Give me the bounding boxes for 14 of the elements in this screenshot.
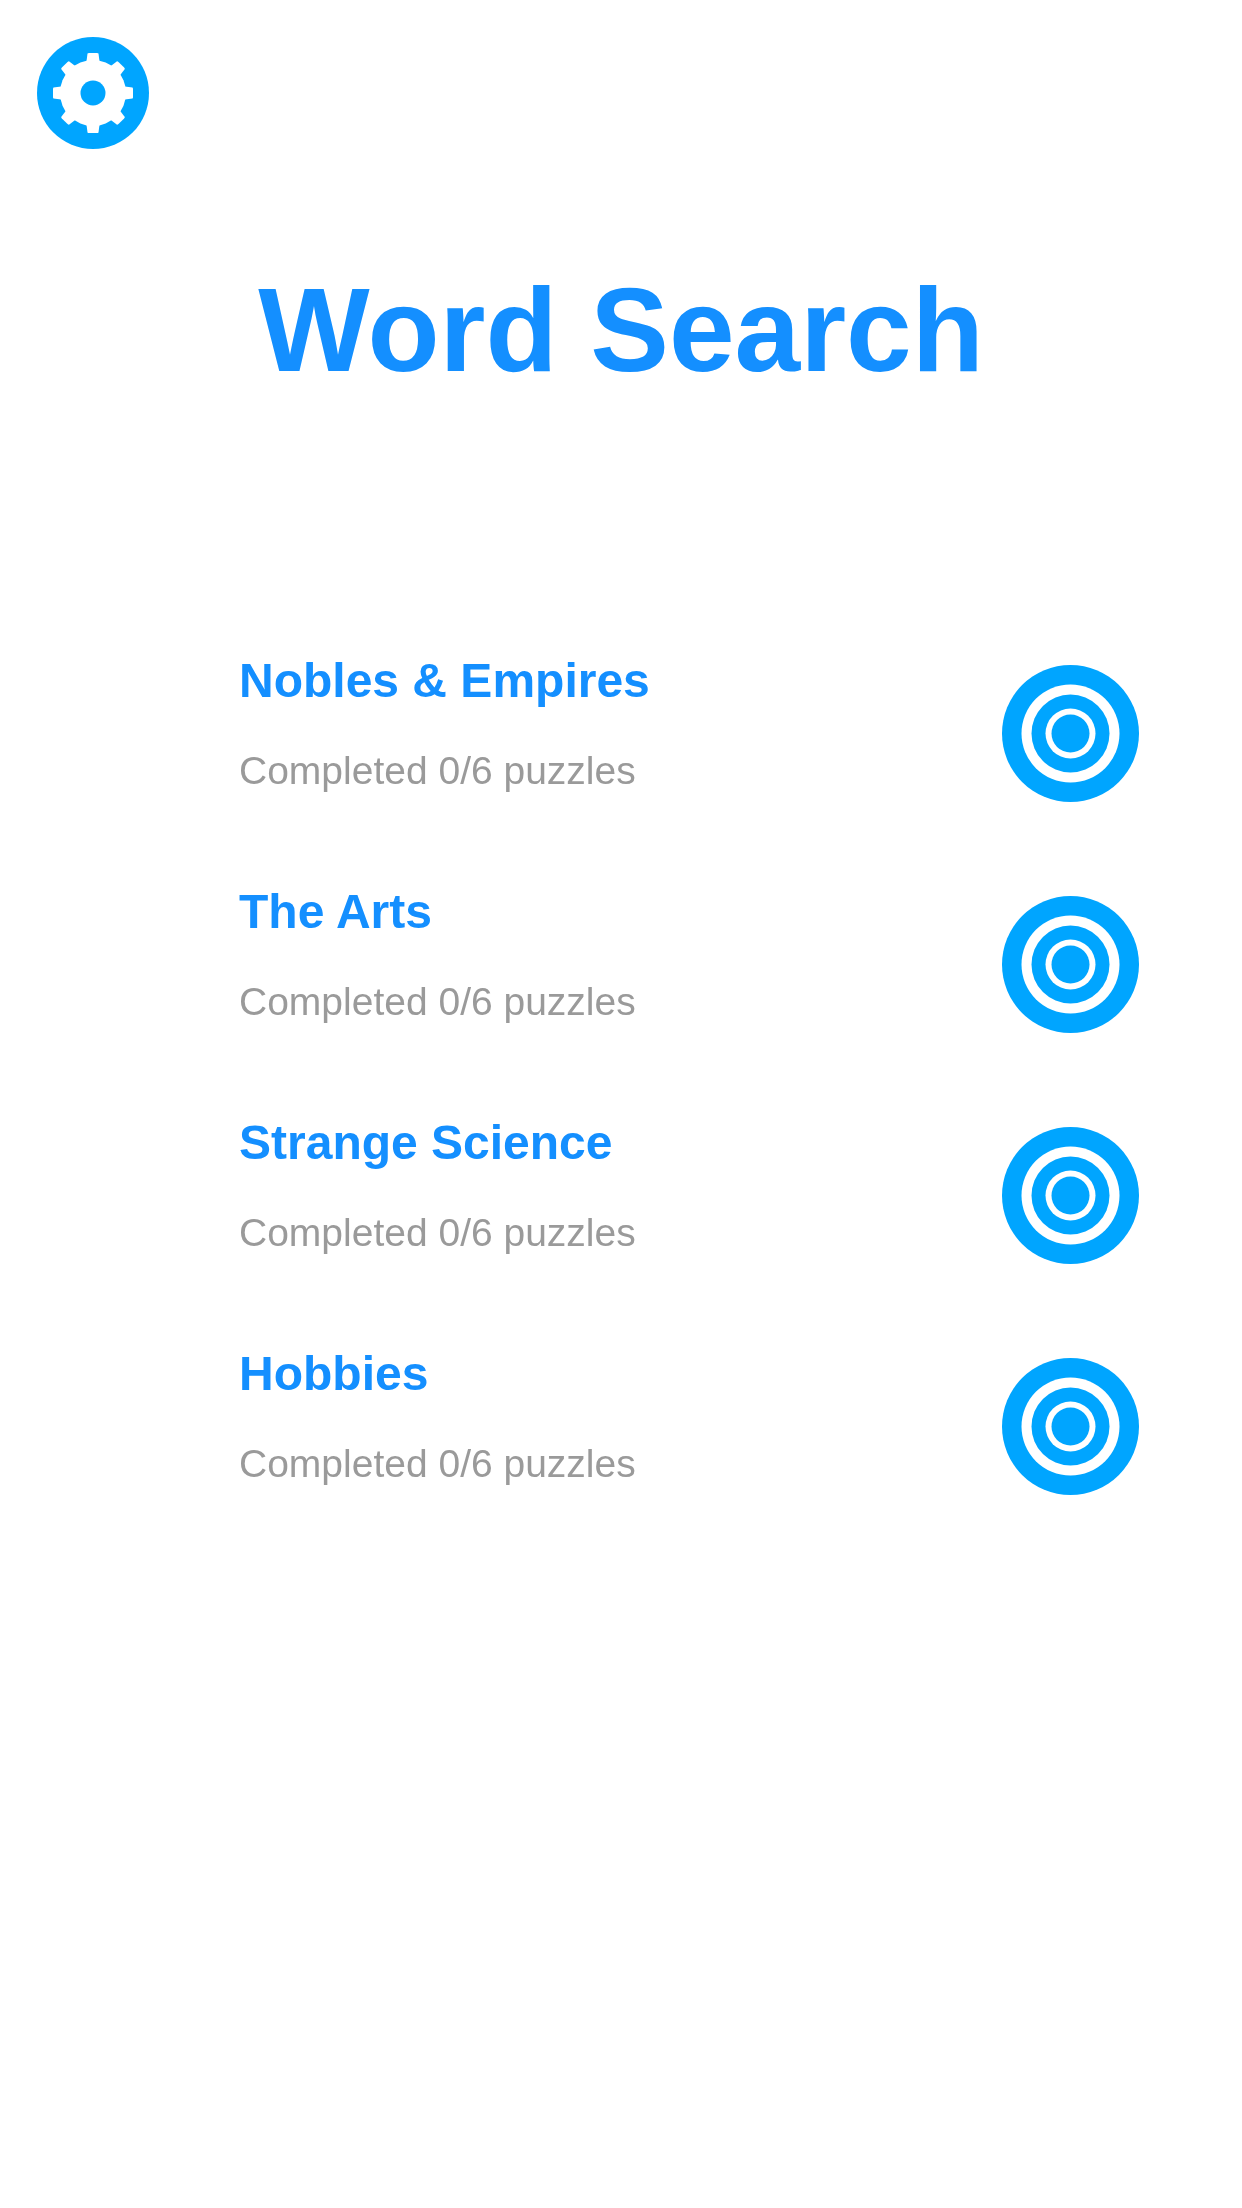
progress-text: Completed 0/6 puzzles xyxy=(239,1213,636,1252)
target-icon[interactable] xyxy=(1002,665,1139,802)
category-title[interactable]: Nobles & Empires xyxy=(239,657,650,705)
target-icon[interactable] xyxy=(1002,1358,1139,1495)
category-title[interactable]: Hobbies xyxy=(239,1350,429,1398)
app-title: Word Search xyxy=(258,271,984,389)
category-title[interactable]: The Arts xyxy=(239,888,432,936)
progress-text: Completed 0/6 puzzles xyxy=(239,751,636,790)
target-icon[interactable] xyxy=(1002,896,1139,1033)
category-title[interactable]: Strange Science xyxy=(239,1119,613,1167)
progress-text: Completed 0/6 puzzles xyxy=(239,1444,636,1483)
target-icon[interactable] xyxy=(1002,1127,1139,1264)
progress-text: Completed 0/6 puzzles xyxy=(239,982,636,1021)
settings-icon[interactable] xyxy=(37,37,149,149)
